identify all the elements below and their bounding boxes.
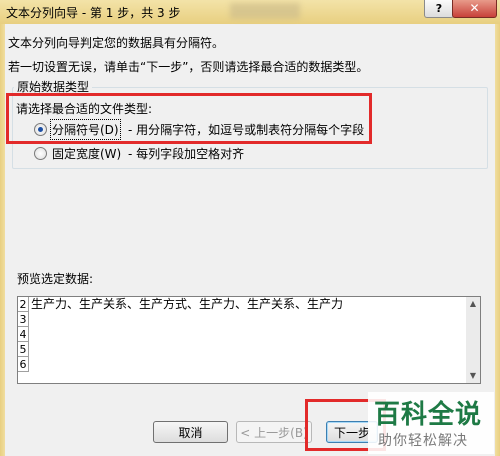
data-type-group-title: 原始数据类型: [14, 78, 93, 95]
intro-line-1: 文本分列向导判定您的数据具有分隔符。: [8, 36, 225, 50]
title-bar: 文本分列向导 - 第 1 步，共 3 步 ? ✕: [0, 0, 500, 24]
watermark-subtitle: 助你轻松解决: [378, 433, 468, 449]
preview-label: 预览选定数据:: [17, 272, 94, 286]
fixed-width-label[interactable]: 固定宽度(W): [52, 145, 121, 162]
preview-row-number: 4: [18, 327, 29, 342]
preview-row: 4: [18, 327, 467, 342]
close-button[interactable]: ✕: [452, 0, 497, 18]
scroll-down-icon[interactable]: ▼: [466, 369, 480, 383]
cancel-button[interactable]: 取消: [153, 421, 228, 443]
delimited-description: - 用分隔字符，如逗号或制表符分隔每个字段: [128, 123, 365, 137]
preview-row: 6: [18, 357, 467, 372]
delimited-label[interactable]: 分隔符号(D): [50, 119, 121, 140]
back-button[interactable]: < 上一步(B): [236, 421, 312, 443]
window-frame-left: [0, 24, 5, 456]
preview-row-number: 5: [18, 342, 29, 357]
delimited-radio[interactable]: [34, 123, 47, 136]
fixed-width-description: - 每列字段加空格对齐: [128, 147, 245, 161]
preview-row-text: 生产力、生产关系、生产方式、生产力、生产关系、生产力: [31, 297, 344, 311]
title-bar-blur: [230, 3, 300, 19]
watermark-title: 百科全说: [374, 400, 483, 430]
help-button[interactable]: ?: [424, 0, 454, 18]
preview-vertical-scrollbar[interactable]: ▲ ▼: [466, 296, 481, 384]
intro-line-2: 若一切设置无误，请单击“下一步”，否则请选择最合适的数据类型。: [8, 60, 369, 74]
preview-row-number: 6: [18, 357, 29, 372]
preview-pane[interactable]: 2 生产力、生产关系、生产方式、生产力、生产关系、生产力 3 4 5 6: [17, 296, 468, 384]
preview-row-number: 2: [18, 297, 29, 312]
preview-row: 5: [18, 342, 467, 357]
scroll-up-icon[interactable]: ▲: [466, 297, 480, 311]
preview-row: 2 生产力、生产关系、生产方式、生产力、生产关系、生产力: [18, 297, 467, 312]
file-type-prompt: 请选择最合适的文件类型:: [16, 102, 153, 116]
preview-row-number: 3: [18, 312, 29, 327]
fixed-width-radio[interactable]: [34, 147, 47, 160]
preview-row: 3: [18, 312, 467, 327]
watermark: 百科全说 助你轻松解决: [368, 392, 494, 454]
window-title: 文本分列向导 - 第 1 步，共 3 步: [6, 6, 181, 20]
window-frame-right: [495, 24, 500, 456]
